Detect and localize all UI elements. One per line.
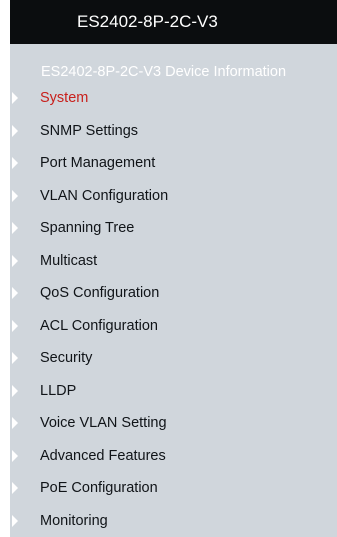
sidebar-item-poe-configuration[interactable]: PoE Configuration — [10, 474, 337, 502]
triangle-right-icon — [12, 384, 18, 397]
sidebar-item-monitoring[interactable]: Monitoring — [10, 507, 337, 535]
sidebar-item-label: Advanced Features — [40, 447, 166, 464]
triangle-right-icon — [12, 189, 18, 202]
sidebar-item-label: Voice VLAN Setting — [40, 415, 167, 431]
sidebar-item-voice-vlan-setting[interactable]: Voice VLAN Setting — [10, 409, 337, 437]
triangle-right-icon — [12, 449, 18, 462]
triangle-right-icon — [12, 352, 18, 364]
sidebar-item-label: Spanning Tree — [40, 220, 135, 236]
triangle-right-icon — [12, 514, 18, 527]
sidebar-item-multicast[interactable]: Multicast — [10, 247, 337, 275]
sidebar-item-label: Security — [40, 350, 93, 366]
sidebar-item-label: Multicast — [40, 252, 98, 269]
triangle-right-icon — [12, 482, 18, 494]
sidebar-item-label: ACL Configuration — [40, 317, 158, 334]
header-bar: ES2402-8P-2C-V3 — [10, 0, 337, 44]
sidebar-item-acl-configuration[interactable]: ACL Configuration — [10, 312, 337, 340]
triangle-right-icon — [12, 222, 18, 234]
sidebar-item-label: SNMP Settings — [40, 122, 139, 139]
sidebar-item-port-management[interactable]: Port Management — [10, 149, 337, 177]
device-information-link[interactable]: ES2402-8P-2C-V3 Device Information — [41, 64, 286, 80]
sidebar-item-security[interactable]: Security — [10, 344, 337, 372]
sidebar-item-label: Port Management — [40, 155, 156, 171]
triangle-right-icon — [12, 92, 18, 104]
sidebar-item-label: QoS Configuration — [40, 285, 160, 301]
triangle-right-icon — [12, 417, 18, 429]
sidebar-item-qos-configuration[interactable]: QoS Configuration — [10, 279, 337, 307]
sidebar-item-label: VLAN Configuration — [40, 187, 169, 204]
device-model-title: ES2402-8P-2C-V3 — [77, 12, 218, 31]
triangle-right-icon — [12, 287, 18, 299]
sidebar-item-spanning-tree[interactable]: Spanning Tree — [10, 214, 337, 242]
sidebar-item-system[interactable]: System — [10, 84, 337, 112]
sidebar-item-snmp-settings[interactable]: SNMP Settings — [10, 117, 337, 145]
triangle-right-icon — [12, 157, 18, 169]
sidebar-item-label: Monitoring — [40, 512, 108, 529]
sidebar-item-label: LLDP — [40, 382, 77, 399]
triangle-right-icon — [12, 319, 18, 332]
sidebar-item-label: System — [40, 90, 89, 106]
sidebar-item-vlan-configuration[interactable]: VLAN Configuration — [10, 182, 337, 210]
triangle-right-icon — [12, 124, 18, 137]
sidebar-menu: ES2402-8P-2C-V3 Device Information Syste… — [10, 44, 337, 537]
sidebar-item-advanced-features[interactable]: Advanced Features — [10, 442, 337, 470]
triangle-right-icon — [12, 254, 18, 267]
sidebar-item-lldp[interactable]: LLDP — [10, 377, 337, 405]
sidebar-item-label: PoE Configuration — [40, 480, 158, 496]
